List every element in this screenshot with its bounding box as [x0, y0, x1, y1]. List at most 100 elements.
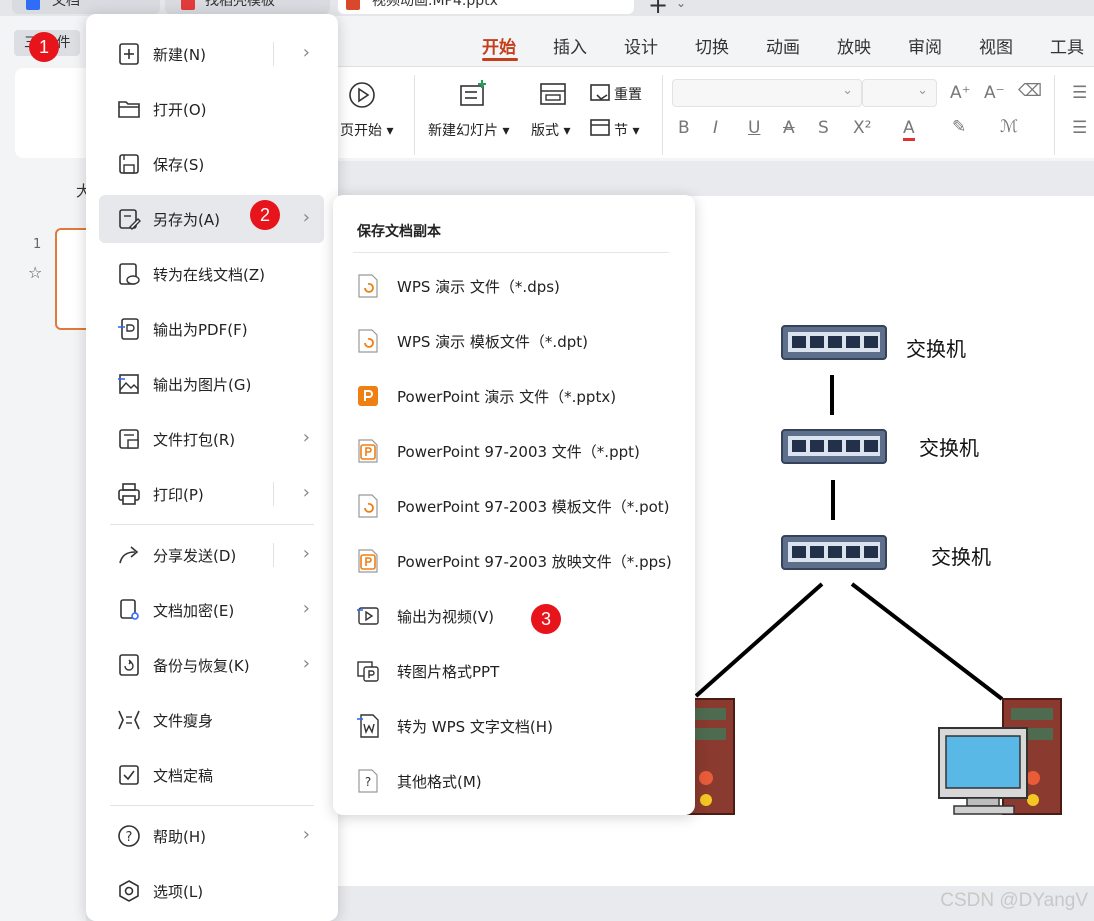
italic-button[interactable]: I [713, 118, 718, 138]
tab-animations[interactable]: 动画 [766, 33, 800, 58]
menu-item-slim[interactable]: 文件瘦身 [99, 696, 324, 744]
new-slide-label: 新建幻灯片 [428, 123, 498, 139]
layout-icon[interactable] [539, 82, 567, 108]
section-button[interactable]: 节 ▾ [614, 120, 639, 140]
tab-current-presentation[interactable]: 视频动画.MP4.pptx ▭ ✕ [338, 0, 634, 14]
chevron-right-icon[interactable]: › [303, 824, 310, 845]
to-writer-doc[interactable]: 转为 WPS 文字文档(H) [345, 700, 683, 750]
file-menu: 新建(N) › 打开(O) 保存(S) 另存为(A) › 转为在线文档(Z) 输… [86, 14, 338, 921]
increase-font-icon[interactable]: A⁺ [950, 83, 971, 103]
group-divider [1054, 75, 1055, 155]
save-as-ppt[interactable]: PowerPoint 97-2003 文件（*.ppt) [345, 425, 683, 475]
export-pdf-icon [118, 318, 139, 340]
tab-review[interactable]: 审阅 [908, 33, 942, 58]
new-slide-icon[interactable] [458, 79, 488, 109]
encrypt-icon [120, 599, 139, 620]
slide-number: 1 [33, 237, 42, 252]
tab-home[interactable]: 开始 [482, 33, 516, 58]
menu-item-label: 打开(O) [153, 101, 207, 119]
play-from-current-button[interactable]: 页开始 ▾ [340, 120, 393, 140]
chevron-down-icon[interactable]: ⌄ [676, 0, 686, 10]
menu-item-help[interactable]: ? 帮助(H) › [99, 812, 324, 860]
ppt-file-icon [358, 439, 378, 463]
menu-item-label: 另存为(A) [153, 211, 220, 229]
star-icon[interactable]: ☆ [28, 263, 42, 282]
menu-item-finalize[interactable]: 文档定稿 [99, 751, 324, 799]
tab-label: 找稻壳模板 [205, 0, 275, 9]
tab-insert[interactable]: 插入 [553, 33, 587, 58]
menu-item-online-doc[interactable]: 转为在线文档(Z) [99, 250, 324, 298]
save-as-pot[interactable]: PowerPoint 97-2003 模板文件（*.pot) [345, 480, 683, 530]
chevron-right-icon[interactable]: › [303, 653, 310, 674]
menu-item-encrypt[interactable]: 文档加密(E) › [99, 586, 324, 634]
menu-item-backup[interactable]: 备份与恢复(K) › [99, 641, 324, 689]
switch-icon [781, 325, 887, 360]
switch-label: 交换机 [919, 436, 979, 460]
submenu-divider [353, 252, 669, 253]
tab-design[interactable]: 设计 [624, 33, 658, 58]
chevron-right-icon[interactable]: › [303, 42, 310, 63]
menu-item-label: 帮助(H) [153, 828, 206, 846]
save-as-pptx[interactable]: PowerPoint 演示 文件（*.pptx) [345, 370, 683, 420]
phonetic-icon[interactable]: ℳ [1000, 117, 1018, 137]
menu-item-export-pdf[interactable]: 输出为PDF(F) [99, 305, 324, 353]
menu-item-print[interactable]: 打印(P) › [99, 470, 324, 518]
tab-docer-templates[interactable]: 找稻壳模板 [165, 0, 330, 14]
menu-item-export-image[interactable]: 输出为图片(G) [99, 360, 324, 408]
menu-item-open[interactable]: 打开(O) [99, 85, 324, 133]
strikethrough-button[interactable]: A [783, 118, 795, 138]
font-family-select[interactable]: ⌄ [672, 79, 862, 107]
underline-button[interactable]: U [748, 118, 760, 138]
group-divider [662, 75, 663, 155]
align-icon[interactable]: ☰ [1072, 118, 1087, 138]
chevron-right-icon[interactable]: › [303, 207, 310, 228]
layout-button[interactable]: 版式 ▾ [531, 120, 570, 140]
tab-tools[interactable]: 工具 [1050, 33, 1084, 58]
menu-item-label: 文件打包(R) [153, 431, 236, 449]
save-as-pps[interactable]: PowerPoint 97-2003 放映文件（*.pps) [345, 535, 683, 585]
clear-format-icon[interactable]: ⌫ [1018, 81, 1042, 101]
menu-item-save[interactable]: 保存(S) [99, 140, 324, 188]
save-as-dpt[interactable]: WPS 演示 模板文件（*.dpt) [345, 315, 683, 365]
menu-item-options[interactable]: 选项(L) [99, 867, 324, 915]
font-size-select[interactable]: ⌄ [862, 79, 937, 107]
highlight-icon[interactable]: ✎ [952, 117, 966, 137]
pot-file-icon [358, 494, 378, 518]
to-image-ppt[interactable]: 转图片格式PPT [345, 645, 683, 695]
submenu-item-label: 转图片格式PPT [397, 663, 500, 681]
tab-transitions[interactable]: 切换 [695, 33, 729, 58]
chevron-right-icon[interactable]: › [303, 598, 310, 619]
submenu-title: 保存文档副本 [357, 224, 441, 240]
bullet-list-icon[interactable]: ☰ [1072, 83, 1087, 103]
menu-item-new[interactable]: 新建(N) › [99, 30, 324, 78]
export-video[interactable]: 输出为视频(V) [345, 590, 683, 640]
submenu-item-label: PowerPoint 97-2003 放映文件（*.pps) [397, 553, 672, 571]
tab-label: 文档 [52, 0, 80, 9]
switch-icon [781, 429, 887, 464]
superscript-button[interactable]: X² [853, 118, 871, 138]
font-color-button[interactable]: A [903, 118, 915, 141]
menu-item-package[interactable]: 文件打包(R) › [99, 415, 324, 463]
split-divider [273, 42, 274, 66]
save-as-dps[interactable]: WPS 演示 文件（*.dps) [345, 260, 683, 310]
writer-doc-icon [26, 0, 40, 10]
tab-writer-doc[interactable]: 文档 [12, 0, 160, 14]
new-slide-button[interactable]: 新建幻灯片 ▾ [428, 120, 509, 140]
menu-item-share[interactable]: 分享发送(D) › [99, 531, 324, 579]
menu-item-save-as[interactable]: 另存为(A) › [99, 195, 324, 243]
tab-view[interactable]: 视图 [979, 33, 1013, 58]
tab-slideshow[interactable]: 放映 [837, 33, 871, 58]
reset-button[interactable]: 重置 [614, 84, 642, 104]
chevron-down-icon: ⌄ [917, 83, 928, 98]
play-icon[interactable] [348, 81, 376, 109]
other-formats[interactable]: ? 其他格式(M) [345, 755, 683, 805]
layout-label: 版式 [531, 123, 559, 139]
decrease-font-icon[interactable]: A⁻ [984, 83, 1005, 103]
bold-button[interactable]: B [678, 118, 690, 138]
shadow-button[interactable]: S [818, 118, 829, 138]
menu-divider [110, 805, 314, 806]
chevron-right-icon[interactable]: › [303, 482, 310, 503]
chevron-right-icon[interactable]: › [303, 543, 310, 564]
chevron-right-icon[interactable]: › [303, 427, 310, 448]
outline-thumbnail[interactable] [15, 68, 93, 158]
